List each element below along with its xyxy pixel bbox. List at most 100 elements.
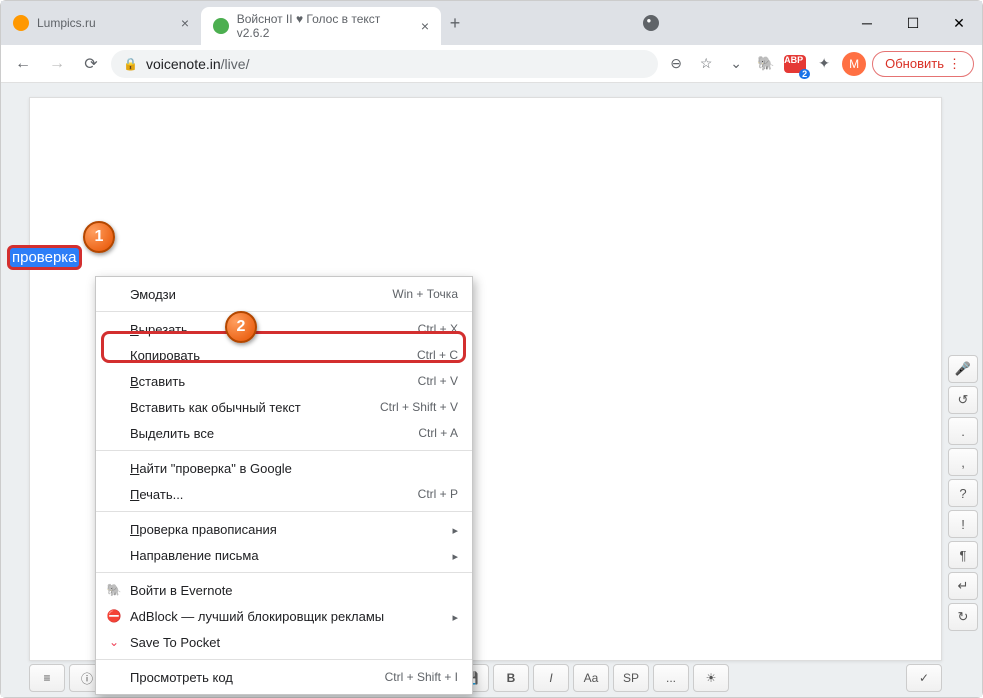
cm-direction[interactable]: Направление письма xyxy=(96,542,472,568)
new-tab-button[interactable]: + xyxy=(441,1,469,45)
adblock-icon: ⛔ xyxy=(106,608,122,624)
tab-lumpics[interactable]: Lumpics.ru × xyxy=(1,1,201,45)
cm-adblock[interactable]: ⛔ AdBlock — лучший блокировщик рекламы xyxy=(96,603,472,629)
annotation-badge-1: 1 xyxy=(83,221,115,253)
cm-label: Проверка правописания xyxy=(130,522,452,537)
update-label: Обновить xyxy=(885,56,944,71)
maximize-button[interactable]: ☐ xyxy=(890,1,936,45)
cm-label: Вставить как обычный текст xyxy=(130,400,380,415)
cm-select-all[interactable]: Выделить все Ctrl + A xyxy=(96,420,472,446)
star-icon[interactable]: ☆ xyxy=(694,52,718,76)
question-button[interactable]: ? xyxy=(948,479,978,507)
cm-print[interactable]: Печать... Ctrl + P xyxy=(96,481,472,507)
profile-avatar[interactable]: M xyxy=(842,52,866,76)
cm-label: Войти в Evernote xyxy=(130,583,458,598)
tab-title: Войснот II ♥ Голос в текст v2.6.2 xyxy=(237,12,413,40)
back-button[interactable]: ← xyxy=(9,50,37,78)
cm-label: Вставить xyxy=(130,374,418,389)
annotation-badge-2: 2 xyxy=(225,311,257,343)
cm-separator xyxy=(96,572,472,573)
cm-shortcut: Ctrl + P xyxy=(418,487,458,501)
minimize-button[interactable]: ─ xyxy=(844,1,890,45)
url-domain: voicenote.in xyxy=(146,56,221,72)
comma-button[interactable]: , xyxy=(948,448,978,476)
cm-cut[interactable]: Вырезать Ctrl + X xyxy=(96,316,472,342)
favicon-icon xyxy=(213,18,229,34)
cm-copy[interactable]: Копировать Ctrl + C xyxy=(96,342,472,368)
pocket-icon[interactable]: ⌄ xyxy=(724,52,748,76)
window-titlebar: Lumpics.ru × Войснот II ♥ Голос в текст … xyxy=(1,1,982,45)
context-menu: Эмодзи Win + Точка Вырезать Ctrl + X Коп… xyxy=(95,276,473,695)
cm-emoji[interactable]: Эмодзи Win + Точка xyxy=(96,281,472,307)
redo-button[interactable]: ↻ xyxy=(948,603,978,631)
lock-icon: 🔒 xyxy=(123,57,138,71)
cm-label: Просмотреть код xyxy=(130,670,385,685)
enter-button[interactable]: ↵ xyxy=(948,572,978,600)
cm-label: Направление письма xyxy=(130,548,452,563)
cm-separator xyxy=(96,659,472,660)
selected-text[interactable]: проверка xyxy=(7,245,82,270)
cm-label: Эмодзи xyxy=(130,287,392,302)
cm-spellcheck[interactable]: Проверка правописания xyxy=(96,516,472,542)
zoom-icon[interactable]: ⊖ xyxy=(664,52,688,76)
cm-label: Выделить все xyxy=(130,426,418,441)
url-path: /live/ xyxy=(221,56,250,72)
favicon-icon xyxy=(13,15,29,31)
cm-shortcut: Ctrl + V xyxy=(418,374,458,388)
period-button[interactable]: . xyxy=(948,417,978,445)
cm-label: Печать... xyxy=(130,487,418,502)
cm-inspect[interactable]: Просмотреть код Ctrl + Shift + I xyxy=(96,664,472,690)
vertical-toolbar: 🎤 ↺ . , ? ! ¶ ↵ ↻ xyxy=(948,355,980,631)
tab-voicenote[interactable]: Войснот II ♥ Голос в текст v2.6.2 × xyxy=(201,7,441,45)
check-button[interactable]: ✓ xyxy=(906,664,942,692)
close-window-button[interactable]: ✕ xyxy=(936,1,982,45)
close-icon[interactable]: × xyxy=(181,15,189,31)
address-bar: ← → ⟳ 🔒 voicenote.in/live/ ⊖ ☆ ⌄ 🐘 ABP ✦… xyxy=(1,45,982,83)
cm-label: AdBlock — лучший блокировщик рекламы xyxy=(130,609,452,624)
mic-button[interactable]: 🎤 xyxy=(948,355,978,383)
adblock-icon[interactable]: ABP xyxy=(784,55,806,73)
cm-label: Save To Pocket xyxy=(130,635,458,650)
update-button[interactable]: Обновить⋮ xyxy=(872,51,974,77)
undo-button[interactable]: ↺ xyxy=(948,386,978,414)
forward-button[interactable]: → xyxy=(43,50,71,78)
chevron-right-icon xyxy=(452,548,458,563)
cm-shortcut: Ctrl + A xyxy=(418,426,458,440)
cm-label: Копировать xyxy=(130,348,417,363)
ellipsis-button[interactable]: ... xyxy=(653,664,689,692)
cm-shortcut: Ctrl + X xyxy=(418,322,458,336)
cm-paste[interactable]: Вставить Ctrl + V xyxy=(96,368,472,394)
chevron-right-icon xyxy=(452,522,458,537)
incognito-icon xyxy=(643,15,659,31)
cm-search-google[interactable]: Найти "проверка" в Google xyxy=(96,455,472,481)
tab-title: Lumpics.ru xyxy=(37,16,96,30)
close-icon[interactable]: × xyxy=(421,18,429,34)
pocket-icon: ⌄ xyxy=(106,634,122,650)
cm-pocket[interactable]: ⌄ Save To Pocket xyxy=(96,629,472,655)
italic-button[interactable]: I xyxy=(533,664,569,692)
cm-shortcut: Ctrl + Shift + V xyxy=(380,400,458,414)
cm-paste-plain[interactable]: Вставить как обычный текст Ctrl + Shift … xyxy=(96,394,472,420)
window-controls: ─ ☐ ✕ xyxy=(844,1,982,45)
brightness-button[interactable]: ☀ xyxy=(693,664,729,692)
menu-button[interactable]: ≡ xyxy=(29,664,65,692)
cm-separator xyxy=(96,450,472,451)
case-button[interactable]: Aa xyxy=(573,664,609,692)
cm-label: Вырезать xyxy=(130,322,418,337)
extensions-icon[interactable]: ✦ xyxy=(812,52,836,76)
cm-shortcut: Win + Точка xyxy=(392,287,458,301)
chevron-right-icon xyxy=(452,609,458,624)
reload-button[interactable]: ⟳ xyxy=(77,50,105,78)
cm-evernote[interactable]: 🐘 Войти в Evernote xyxy=(96,577,472,603)
url-input[interactable]: 🔒 voicenote.in/live/ xyxy=(111,50,658,78)
exclaim-button[interactable]: ! xyxy=(948,510,978,538)
bold-button[interactable]: B xyxy=(493,664,529,692)
evernote-icon: 🐘 xyxy=(106,582,122,598)
sp-button[interactable]: SP xyxy=(613,664,649,692)
paragraph-button[interactable]: ¶ xyxy=(948,541,978,569)
cm-separator xyxy=(96,311,472,312)
cm-label: Найти "проверка" в Google xyxy=(130,461,458,476)
cm-shortcut: Ctrl + C xyxy=(417,348,458,362)
cm-shortcut: Ctrl + Shift + I xyxy=(385,670,458,684)
evernote-icon[interactable]: 🐘 xyxy=(754,52,778,76)
